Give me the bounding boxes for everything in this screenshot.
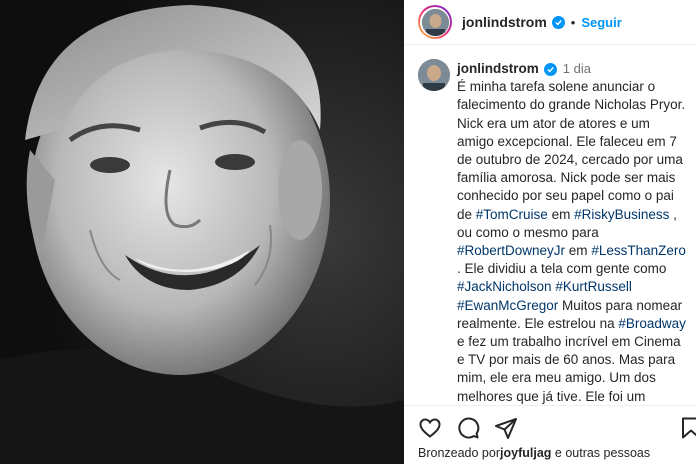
post-header: jonlindstrom • Seguir [404,0,696,45]
divider [404,405,696,406]
caption-segment: É minha tarefa solene anunciar o falecim… [457,79,686,222]
verified-badge-icon [551,15,565,29]
caption-area: jonlindstrom 1 dia É minha tarefa solene… [404,45,696,405]
caption-segment: . Ele dividiu a tela com gente como [457,261,667,277]
hashtag-link[interactable]: #TomCruise [476,207,548,222]
hashtag-link[interactable]: #Broadway [618,316,686,331]
caption-segment: em [565,243,592,259]
liked-by-user[interactable]: joyfuljag [500,446,551,460]
liked-by-suffix[interactable]: e outras pessoas [551,446,650,460]
separator-dot: • [570,14,576,30]
caption-avatar[interactable] [418,59,450,91]
avatar-photo [421,8,449,36]
portrait-image [0,0,404,464]
action-bar [404,411,696,445]
post-side-panel: jonlindstrom • Seguir jonlindstrom 1 dia… [404,0,696,464]
hashtag-link[interactable]: #EwanMcGregor [457,298,558,313]
post-time: 1 dia [562,61,591,76]
hashtag-link[interactable]: #RobertDowneyJr [457,243,565,258]
hashtag-link[interactable]: #KurtRussell [555,279,632,294]
heart-icon[interactable] [418,416,442,445]
header-username[interactable]: jonlindstrom [462,14,547,30]
share-icon[interactable] [494,416,518,445]
caption-body: jonlindstrom 1 dia É minha tarefa solene… [457,60,689,405]
comment-icon[interactable] [456,416,480,445]
hashtag-link[interactable]: #LessThanZero [591,243,686,258]
bookmark-icon[interactable] [679,416,696,445]
follow-button[interactable]: Seguir [581,15,621,30]
liked-by: Bronzeado porjoyfuljag e outras pessoas [418,446,650,460]
caption-segment: em [547,206,575,222]
header-avatar[interactable] [418,5,452,39]
verified-badge-icon [543,62,557,76]
liked-by-prefix: Bronzeado por [418,446,501,460]
caption-segment: e fez um trabalho incrível em Cinema e T… [457,334,681,404]
hashtag-link[interactable]: #RiskyBusiness [574,207,669,222]
post-photo[interactable] [0,0,404,464]
hashtag-link[interactable]: #JackNicholson [457,279,552,294]
caption-username[interactable]: jonlindstrom [457,60,539,78]
caption-text: É minha tarefa solene anunciar o falecim… [457,78,689,405]
